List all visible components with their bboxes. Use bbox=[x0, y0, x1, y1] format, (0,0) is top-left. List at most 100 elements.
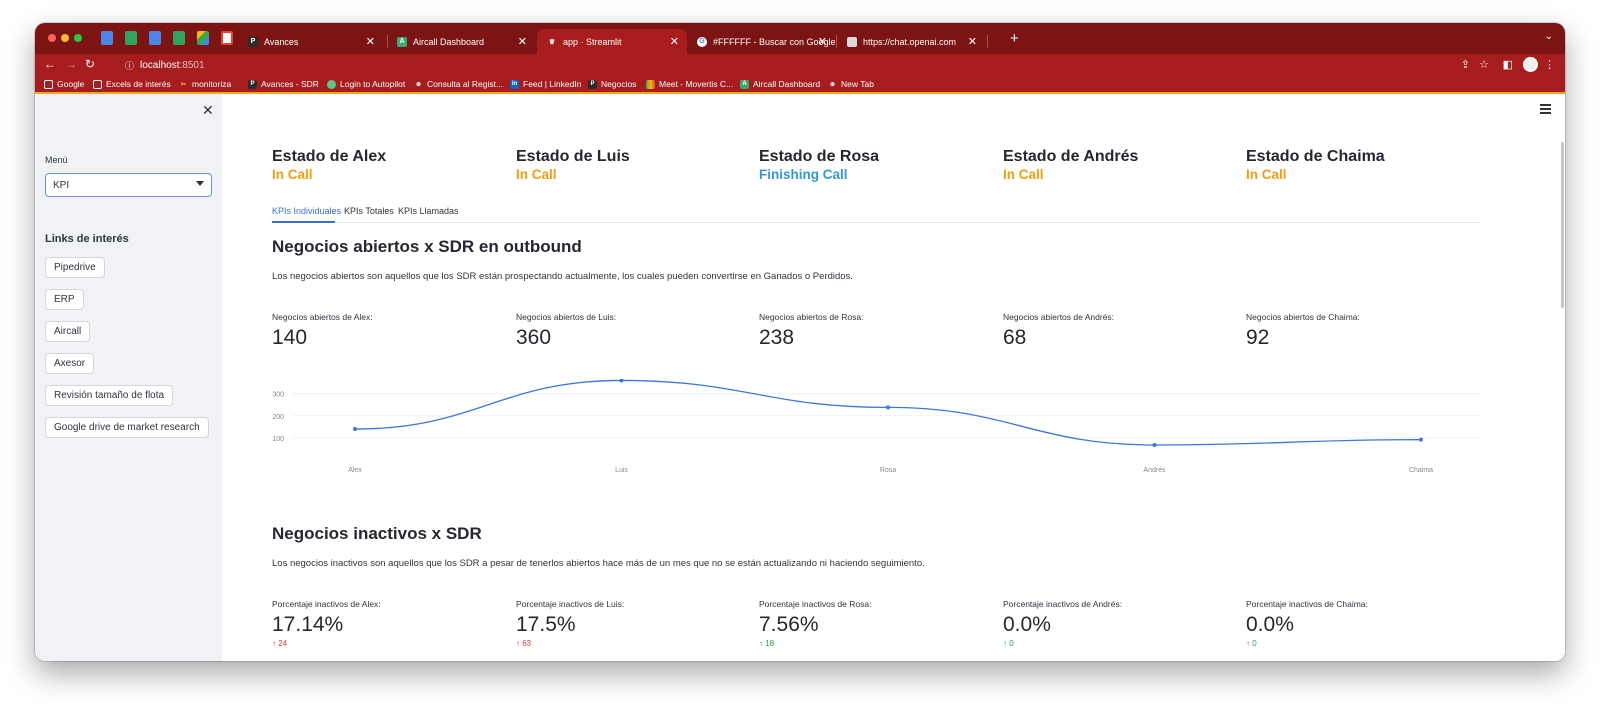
bookmark-monitoriza[interactable]: ✂ monitoriza bbox=[179, 79, 231, 89]
metric-label: Negocios abiertos de Andrés: bbox=[1003, 312, 1115, 322]
google-docs-pinned-icon[interactable] bbox=[149, 31, 161, 45]
google-sheets-pinned-icon[interactable] bbox=[173, 31, 185, 45]
forward-arrow-icon[interactable]: → bbox=[65, 57, 77, 71]
sidebar: ✕ Menú KPI Links de interés Pipedrive ER… bbox=[35, 94, 222, 661]
bookmark-consulta[interactable]: ⊕ Consulta al Regist... bbox=[414, 79, 503, 89]
google-drive-pinned-icon[interactable] bbox=[197, 31, 209, 45]
minimize-window-icon[interactable] bbox=[61, 34, 69, 42]
hamburger-menu-icon[interactable] bbox=[1540, 104, 1551, 116]
reload-icon[interactable]: ↻ bbox=[85, 57, 95, 71]
bookmark-aircall[interactable]: A Aircall Dashboard bbox=[740, 79, 820, 89]
bookmark-negocios[interactable]: P Negocios bbox=[588, 79, 636, 89]
axesor-link-button[interactable]: Axesor bbox=[45, 353, 95, 374]
chevron-down-icon bbox=[196, 181, 204, 186]
profile-avatar[interactable] bbox=[1523, 57, 1538, 72]
close-tab-icon[interactable]: ✕ bbox=[670, 35, 679, 48]
data-point[interactable] bbox=[619, 379, 624, 383]
page-icon bbox=[847, 36, 857, 47]
data-point[interactable] bbox=[886, 405, 890, 410]
metric-value: 92 bbox=[1246, 326, 1270, 349]
aircall-link-button[interactable]: Aircall bbox=[45, 321, 91, 342]
data-point[interactable] bbox=[1152, 442, 1157, 447]
estado-name: Estado de Rosa bbox=[759, 148, 880, 165]
metric-value: 17.14% bbox=[272, 613, 344, 636]
data-point[interactable] bbox=[353, 427, 357, 432]
metric-value: 238 bbox=[759, 326, 795, 349]
x-tick-label: Alex bbox=[348, 467, 362, 474]
more-menu-icon[interactable]: ⋮ bbox=[1544, 58, 1555, 71]
gmail-pinned-icon[interactable] bbox=[221, 31, 233, 45]
series-line bbox=[354, 379, 1422, 446]
metric-value: 0.0% bbox=[1246, 613, 1294, 636]
estado-name: Estado de Chaima bbox=[1246, 148, 1385, 165]
metric-value: 140 bbox=[272, 326, 308, 349]
metric-open-andres: Negocios abiertos de Andrés: 68 bbox=[1003, 312, 1114, 350]
data-point[interactable] bbox=[1419, 437, 1423, 442]
bookmark-star-icon[interactable]: ☆ bbox=[1479, 58, 1489, 71]
bookmark-excels[interactable]: Excels de interés bbox=[93, 79, 171, 89]
browser-tab-active[interactable]: ♛ app · Streamlit ✕ bbox=[537, 29, 687, 54]
metric-inactive-luis: Porcentaje inactivos de Luis: 17.5% ↑ 63 bbox=[516, 599, 624, 648]
menu-label: Menú bbox=[45, 155, 68, 165]
new-tab-icon[interactable]: + bbox=[1010, 30, 1019, 47]
close-sidebar-icon[interactable]: ✕ bbox=[202, 102, 214, 119]
tab-kpis-totales[interactable]: KPIs Totales bbox=[344, 206, 394, 216]
metric-label: Negocios abiertos de Luis: bbox=[516, 312, 617, 322]
metric-value: 0.0% bbox=[1003, 613, 1051, 636]
browser-tab[interactable]: A Aircall Dashboard ✕ bbox=[387, 29, 535, 54]
bookmark-new-tab[interactable]: ⊕ New Tab bbox=[828, 79, 874, 89]
metric-label: Porcentaje inactivos de Luis: bbox=[516, 599, 625, 609]
scrollbar[interactable] bbox=[1561, 142, 1564, 308]
tab-search-chevron-icon[interactable]: ⌄ bbox=[1545, 31, 1553, 42]
metric-open-chaima: Negocios abiertos de Chaima: 92 bbox=[1246, 312, 1360, 350]
x-tick-label: Luis bbox=[615, 467, 628, 474]
metric-open-alex: Negocios abiertos de Alex: 140 bbox=[272, 312, 373, 350]
estado-name: Estado de Andrés bbox=[1003, 148, 1139, 165]
tab-kpis-llamadas[interactable]: KPIs Llamadas bbox=[398, 206, 459, 216]
metric-delta: ↑ 0 bbox=[1003, 639, 1014, 648]
tab-kpis-individuales[interactable]: KPIs Individuales bbox=[272, 206, 341, 216]
metric-open-luis: Negocios abiertos de Luis: 360 bbox=[516, 312, 616, 350]
fleet-size-link-button[interactable]: Revisión tamaño de flota bbox=[45, 385, 174, 406]
active-tab-underline bbox=[272, 221, 335, 223]
side-panel-icon[interactable]: ◧ bbox=[1503, 58, 1513, 71]
google-docs-pinned-icon[interactable] bbox=[101, 31, 113, 45]
info-icon[interactable]: ⓘ bbox=[125, 59, 134, 72]
browser-tab[interactable]: P Avances ✕ bbox=[238, 29, 383, 54]
aircall-icon: A bbox=[740, 79, 749, 89]
close-tab-icon[interactable]: ✕ bbox=[518, 35, 527, 48]
estado-status: In Call bbox=[272, 167, 313, 182]
metric-delta: ↑ 0 bbox=[1246, 639, 1257, 648]
close-window-icon[interactable] bbox=[48, 34, 56, 42]
url-field[interactable]: ⓘ localhost :8501 bbox=[125, 59, 205, 72]
tool-icon: ✂ bbox=[180, 81, 187, 88]
bookmark-linkedin[interactable]: in Feed | LinkedIn bbox=[510, 79, 581, 89]
linkedin-icon: in bbox=[510, 79, 519, 89]
bookmark-avances-sdr[interactable]: P Avances - SDR bbox=[248, 79, 319, 89]
close-tab-icon[interactable]: ✕ bbox=[818, 35, 827, 48]
close-tab-icon[interactable]: ✕ bbox=[366, 35, 375, 48]
share-icon[interactable]: ⇪ bbox=[1461, 58, 1470, 71]
bookmark-meet[interactable]: Meet - Movertis C... bbox=[646, 79, 733, 89]
menu-select[interactable]: KPI bbox=[45, 173, 212, 197]
browser-tab[interactable]: G #FFFFFF - Buscar con Google ✕ bbox=[687, 29, 835, 54]
bookmark-google[interactable]: Google bbox=[44, 79, 84, 89]
market-research-link-button[interactable]: Google drive de market research bbox=[45, 417, 209, 438]
metric-delta: ↑ 24 bbox=[272, 639, 288, 648]
browser-tab[interactable]: https://chat.openai.com ✕ bbox=[837, 29, 985, 54]
open-deals-line-chart[interactable]: 100 200 300 Alex Luis Rosa Andrés Chaima bbox=[262, 379, 1492, 479]
google-g-icon: G bbox=[697, 36, 707, 47]
bookmark-autopilot[interactable]: Login to Autopilot bbox=[327, 79, 405, 89]
google-sheets-pinned-icon[interactable] bbox=[125, 31, 137, 45]
pipedrive-link-button[interactable]: Pipedrive bbox=[45, 257, 105, 278]
close-tab-icon[interactable]: ✕ bbox=[968, 35, 977, 48]
maximize-window-icon[interactable] bbox=[74, 34, 82, 42]
x-tick-label: Rosa bbox=[880, 467, 896, 474]
back-arrow-icon[interactable]: ← bbox=[44, 57, 56, 71]
estado-status: In Call bbox=[1246, 167, 1287, 182]
links-title: Links de interés bbox=[45, 233, 129, 245]
section-inactive-deals-title: Negocios inactivos x SDR bbox=[272, 524, 482, 543]
erp-link-button[interactable]: ERP bbox=[45, 289, 84, 310]
metric-label: Negocios abiertos de Alex: bbox=[272, 312, 373, 322]
folder-icon bbox=[93, 79, 102, 89]
